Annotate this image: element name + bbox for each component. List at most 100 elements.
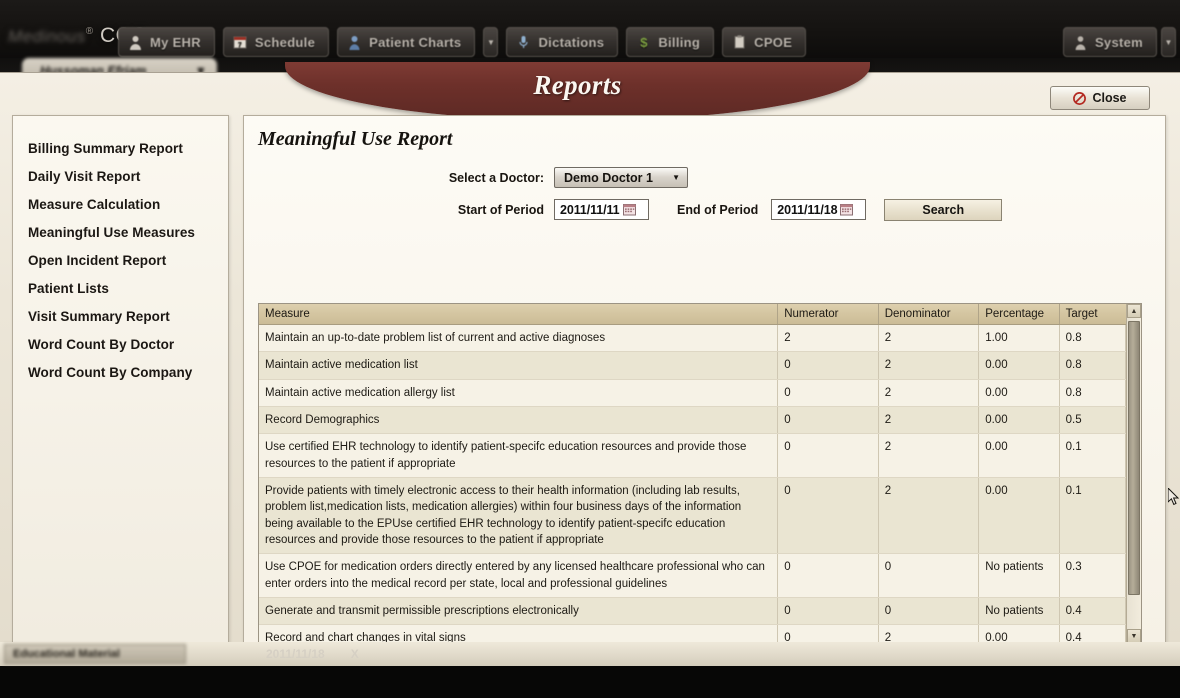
- nav-button-billing[interactable]: $ Billing: [626, 27, 715, 57]
- measures-table-container: Measure Numerator Denominator Percentage…: [258, 303, 1142, 644]
- cell-denominator: 0: [878, 597, 980, 626]
- column-header-target[interactable]: Target: [1059, 304, 1126, 325]
- cell-denominator: 2: [878, 624, 980, 643]
- cell-percentage: 0.00: [978, 351, 1060, 380]
- application-chrome: Medinous® COS My EHR 7 Schedule Patient …: [0, 0, 1180, 62]
- calendar-picker-icon[interactable]: [840, 203, 854, 216]
- svg-text:$: $: [640, 35, 648, 49]
- sidebar-item-daily-visit-report[interactable]: Daily Visit Report: [28, 162, 228, 190]
- app-brand: Medinous® COS: [8, 24, 146, 52]
- cell-target: 0.1: [1059, 433, 1126, 478]
- doctor-field-label: Select a Doctor:: [448, 170, 544, 185]
- end-date-field[interactable]: 2011/11/18: [771, 199, 867, 220]
- sidebar-item-patient-lists[interactable]: Patient Lists: [28, 274, 228, 302]
- column-header-numerator[interactable]: Numerator: [777, 304, 879, 325]
- doctor-select[interactable]: Demo Doctor 1 ▼: [554, 167, 688, 188]
- table-row[interactable]: Provide patients with timely electronic …: [259, 477, 1126, 555]
- user-chart-icon: [347, 34, 362, 50]
- cell-numerator: 2: [777, 324, 879, 353]
- calendar-picker-icon[interactable]: [622, 203, 636, 216]
- cell-measure: Maintain an up-to-date problem list of c…: [259, 324, 779, 353]
- scroll-up-arrow-icon[interactable]: ▲: [1127, 304, 1141, 318]
- person-icon: [128, 34, 143, 50]
- cell-target: 0.5: [1059, 406, 1126, 435]
- sidebar-item-measure-calculation[interactable]: Measure Calculation: [28, 190, 228, 218]
- sidebar-label: Billing Summary Report: [28, 140, 183, 156]
- sidebar-label: Meaningful Use Measures: [28, 224, 195, 240]
- nav-right-group: System ▼: [1062, 26, 1176, 58]
- nav-label-my-ehr: My EHR: [150, 34, 201, 50]
- bottom-close-mark-icon[interactable]: X: [351, 647, 359, 661]
- sidebar-item-meaningful-use-measures[interactable]: Meaningful Use Measures: [28, 218, 228, 246]
- table-row[interactable]: Record and chart changes in vital signs 0…: [259, 624, 1126, 643]
- cell-denominator: 2: [878, 324, 980, 353]
- nav-label-billing: Billing: [658, 34, 701, 50]
- cell-numerator: 0: [777, 477, 879, 555]
- scroll-down-arrow-icon[interactable]: ▼: [1127, 629, 1141, 643]
- nav-button-system[interactable]: System: [1062, 27, 1157, 57]
- table-row[interactable]: Use CPOE for medication orders directly …: [259, 553, 1126, 598]
- nav-button-cpoe[interactable]: CPOE: [722, 27, 807, 57]
- mouse-cursor: [1167, 486, 1180, 511]
- report-filter-form: Select a Doctor: Demo Doctor 1 ▼ Start o…: [244, 164, 1165, 223]
- bottom-tab-educational-material[interactable]: Educational Material: [4, 644, 186, 664]
- page-title: Meaningful Use Report: [258, 128, 453, 150]
- microphone-icon: [516, 34, 531, 50]
- sidebar-item-open-incident-report[interactable]: Open Incident Report: [28, 246, 228, 274]
- main-navigation-bar: My EHR 7 Schedule Patient Charts ▼ Dicta…: [118, 26, 807, 58]
- measures-table-viewport: Measure Numerator Denominator Percentage…: [259, 304, 1126, 643]
- bottom-tab-label: Educational Material: [13, 648, 120, 660]
- cell-percentage: 1.00: [978, 324, 1060, 353]
- end-date-value: 2011/11/18: [777, 202, 838, 217]
- sidebar-item-word-count-by-doctor[interactable]: Word Count By Doctor: [28, 330, 228, 358]
- sidebar-label: Word Count By Company: [28, 364, 193, 380]
- table-head: Measure Numerator Denominator Percentage…: [259, 304, 1126, 325]
- cell-percentage: 0.00: [978, 406, 1060, 435]
- cell-denominator: 2: [878, 379, 980, 407]
- table-row[interactable]: Generate and transmit permissible prescr…: [259, 597, 1126, 626]
- system-dropdown-caret[interactable]: ▼: [1161, 27, 1176, 57]
- table-row[interactable]: Use certified EHR technology to identify…: [259, 433, 1126, 478]
- nav-label-schedule: Schedule: [254, 34, 316, 50]
- cell-denominator: 0: [878, 553, 980, 598]
- cell-target: 0.8: [1059, 324, 1126, 353]
- column-header-measure[interactable]: Measure: [259, 304, 779, 325]
- patient-charts-dropdown-caret[interactable]: ▼: [483, 27, 499, 57]
- brand-registered-mark: ®: [85, 26, 94, 37]
- no-entry-icon: [1073, 91, 1087, 105]
- chevron-down-icon: ▼: [672, 172, 680, 182]
- cell-numerator: 0: [777, 433, 879, 478]
- sidebar-item-word-count-by-company[interactable]: Word Count By Company: [28, 358, 228, 386]
- cell-numerator: 0: [777, 624, 879, 643]
- cell-measure: Record and chart changes in vital signs: [259, 624, 779, 643]
- column-header-percentage[interactable]: Percentage: [978, 304, 1060, 325]
- nav-button-my-ehr[interactable]: My EHR: [118, 27, 215, 57]
- close-button[interactable]: Close: [1050, 86, 1150, 110]
- sidebar-item-visit-summary-report[interactable]: Visit Summary Report: [28, 302, 228, 330]
- banner-title: Reports: [533, 70, 622, 100]
- cell-measure: Maintain active medication allergy list: [259, 379, 779, 407]
- period-row: Start of Period 2011/11/11 End of Period…: [244, 196, 1165, 223]
- table-row[interactable]: Maintain active medication list 0 2 0.00 0.8: [259, 351, 1126, 380]
- bottom-dark-fill: [0, 666, 1180, 698]
- sidebar-label: Daily Visit Report: [28, 168, 141, 184]
- nav-button-schedule[interactable]: 7 Schedule: [222, 27, 330, 57]
- sidebar-item-billing-summary-report[interactable]: Billing Summary Report: [28, 134, 228, 162]
- calendar-icon: 7: [233, 34, 248, 50]
- table-row[interactable]: Record Demographics 0 2 0.00 0.5: [259, 406, 1126, 435]
- cell-percentage: 0.00: [978, 477, 1060, 555]
- table-row[interactable]: Maintain an up-to-date problem list of c…: [259, 324, 1126, 353]
- scrollbar-thumb[interactable]: [1128, 321, 1140, 595]
- table-row[interactable]: Maintain active medication allergy list 0…: [259, 379, 1126, 407]
- start-date-field[interactable]: 2011/11/11: [554, 199, 649, 220]
- nav-button-patient-charts[interactable]: Patient Charts: [337, 27, 476, 57]
- bottom-date-group: 2011/11/18 X: [266, 644, 359, 664]
- search-button[interactable]: Search: [884, 198, 1003, 221]
- nav-button-dictations[interactable]: Dictations: [506, 27, 619, 57]
- close-button-label: Close: [1092, 91, 1127, 105]
- bottom-date-value: 2011/11/18: [266, 647, 325, 661]
- column-header-denominator[interactable]: Denominator: [878, 304, 980, 325]
- cell-target: 0.3: [1059, 553, 1126, 598]
- table-vertical-scrollbar[interactable]: ▲ ▼: [1126, 304, 1141, 643]
- nav-label-dictations: Dictations: [538, 34, 605, 50]
